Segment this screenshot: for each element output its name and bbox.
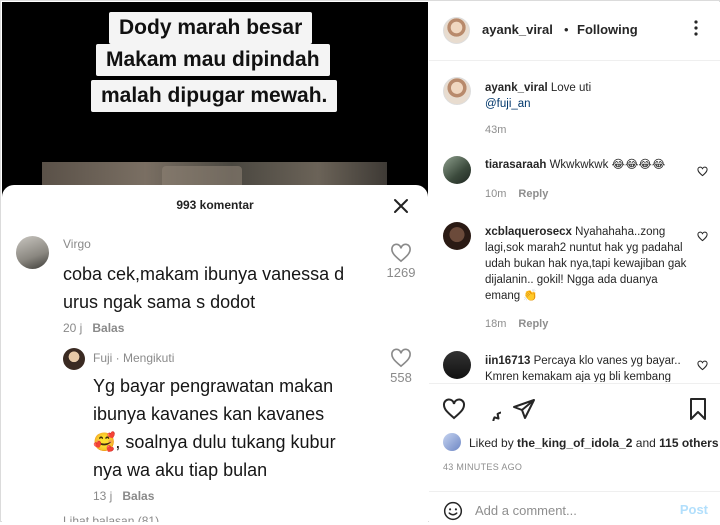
caption-time: 43m <box>485 124 518 136</box>
time-label: 43m <box>485 124 507 136</box>
emoji-icon[interactable] <box>443 501 463 521</box>
post-panel: ayank_viral • Following ayank_viral Love… <box>429 2 720 522</box>
avatar[interactable] <box>443 156 471 184</box>
like-count: 558 <box>390 370 412 385</box>
comment-meta: 13 j Balas <box>93 489 154 503</box>
reply-button[interactable]: Balas <box>92 321 124 335</box>
heart-icon[interactable] <box>442 397 466 421</box>
comment-author[interactable]: iin16713 <box>485 355 530 367</box>
comment-text: Yg bayar pengrawatan makan ibunya kavane… <box>93 372 336 484</box>
comment-author[interactable]: Fuji · Mengikuti <box>93 351 174 365</box>
bookmark-icon[interactable] <box>686 397 710 421</box>
video-caption-line-3: malah dipugar mewah. <box>91 80 338 112</box>
comment-text: xcblaquerosecx Nyahahaha..zong lagi,sok … <box>485 224 690 304</box>
view-replies-link[interactable]: Lihat balasan (81) <box>63 514 159 522</box>
heart-icon[interactable] <box>697 360 708 371</box>
post-button[interactable]: Post <box>680 502 708 517</box>
close-icon[interactable] <box>392 197 410 215</box>
caption-author[interactable]: ayank_viral <box>485 82 548 94</box>
share-icon[interactable] <box>512 397 536 421</box>
heart-icon[interactable] <box>390 348 412 368</box>
post-actions: Liked by the_king_of_idola_2 and 115 oth… <box>429 383 720 524</box>
comment-text: iin16713 Percaya klo vanes yg bayar.. Km… <box>485 353 690 382</box>
comment-text: tiarasaraah Wkwkwkwk 😂😂😂😂 <box>485 157 690 173</box>
comment-author[interactable]: Virgo <box>63 237 91 251</box>
comment-meta: 10m Reply <box>485 188 560 200</box>
owner-username[interactable]: ayank_viral <box>482 22 553 37</box>
avatar[interactable] <box>443 433 461 451</box>
video-caption-line-1: Dody marah besar <box>109 12 313 44</box>
comment-meta: 18m Reply <box>485 318 560 330</box>
comment-text-line: Yg bayar pengrawatan makan <box>93 376 334 396</box>
following-button[interactable]: Following <box>577 22 638 37</box>
post-header: ayank_viral • Following <box>429 2 720 61</box>
heart-icon[interactable] <box>697 231 708 242</box>
comment-text-line: 🥰, soalnya dulu tukang kubur <box>93 432 336 452</box>
avatar[interactable] <box>443 351 471 379</box>
comment-author[interactable]: tiarasaraah <box>485 159 546 171</box>
reply-button[interactable]: Reply <box>518 318 548 330</box>
time-label: 18m <box>485 318 507 330</box>
liked-others-link[interactable]: 115 others <box>659 436 718 450</box>
comment-text: coba cek,makam ibunya vanessa d urus nga… <box>63 260 344 316</box>
comment-author[interactable]: xcblaquerosecx <box>485 226 572 238</box>
liked-user-link[interactable]: the_king_of_idola_2 <box>517 436 632 450</box>
post-dialog: Dody marah besar Makam mau dipindah mala… <box>0 0 720 522</box>
video-caption-line-2: Makam mau dipindah <box>96 44 330 76</box>
caption-body: Love uti <box>550 82 592 94</box>
likes-summary: Liked by the_king_of_idola_2 and 115 oth… <box>469 436 719 450</box>
time-label: 10m <box>485 188 507 200</box>
more-options-icon[interactable] <box>688 18 704 38</box>
caption-text: ayank_viral Love uti @fuji_an <box>485 80 690 112</box>
heart-icon[interactable] <box>390 243 412 263</box>
post-media[interactable]: Dody marah besar Makam mau dipindah mala… <box>2 2 428 522</box>
add-comment-input[interactable] <box>475 499 665 521</box>
comment-text-line: ibunya kavanes kan kavanes <box>93 404 325 424</box>
separator-dot: • <box>564 22 569 37</box>
liked-and: and <box>635 436 656 450</box>
comment-meta: 20 j Balas <box>63 321 124 335</box>
comment-icon[interactable] <box>477 397 501 421</box>
avatar[interactable] <box>16 236 49 269</box>
mention-link[interactable]: @fuji_an <box>485 98 531 110</box>
avatar[interactable] <box>443 17 470 44</box>
comment-body: Wkwkwkwk 😂😂😂😂 <box>549 159 666 171</box>
liked-prefix: Liked by <box>469 436 514 450</box>
post-time[interactable]: 43 MINUTES AGO <box>443 462 522 472</box>
comment-text-line: urus ngak sama s dodot <box>63 292 256 312</box>
comment-text-line: coba cek,makam ibunya vanessa d <box>63 264 345 284</box>
avatar[interactable] <box>63 348 85 370</box>
avatar[interactable] <box>443 222 471 250</box>
add-comment-row: Post <box>429 491 720 525</box>
comment-time: 13 j <box>93 489 113 503</box>
comment-time: 20 j <box>63 321 83 335</box>
comment-text-line: nya wa aku tiap bulan <box>93 460 268 480</box>
heart-icon[interactable] <box>697 166 708 177</box>
comment-count-title: 993 komentar <box>176 198 254 212</box>
reply-button[interactable]: Balas <box>122 489 154 503</box>
avatar[interactable] <box>443 77 471 105</box>
like-count: 1269 <box>386 265 416 280</box>
comment-sheet: 993 komentar Virgo coba cek,makam ibunya… <box>2 185 428 522</box>
comment-clip: iin16713 Percaya klo vanes yg bayar.. Km… <box>429 342 720 382</box>
reply-button[interactable]: Reply <box>518 188 548 200</box>
